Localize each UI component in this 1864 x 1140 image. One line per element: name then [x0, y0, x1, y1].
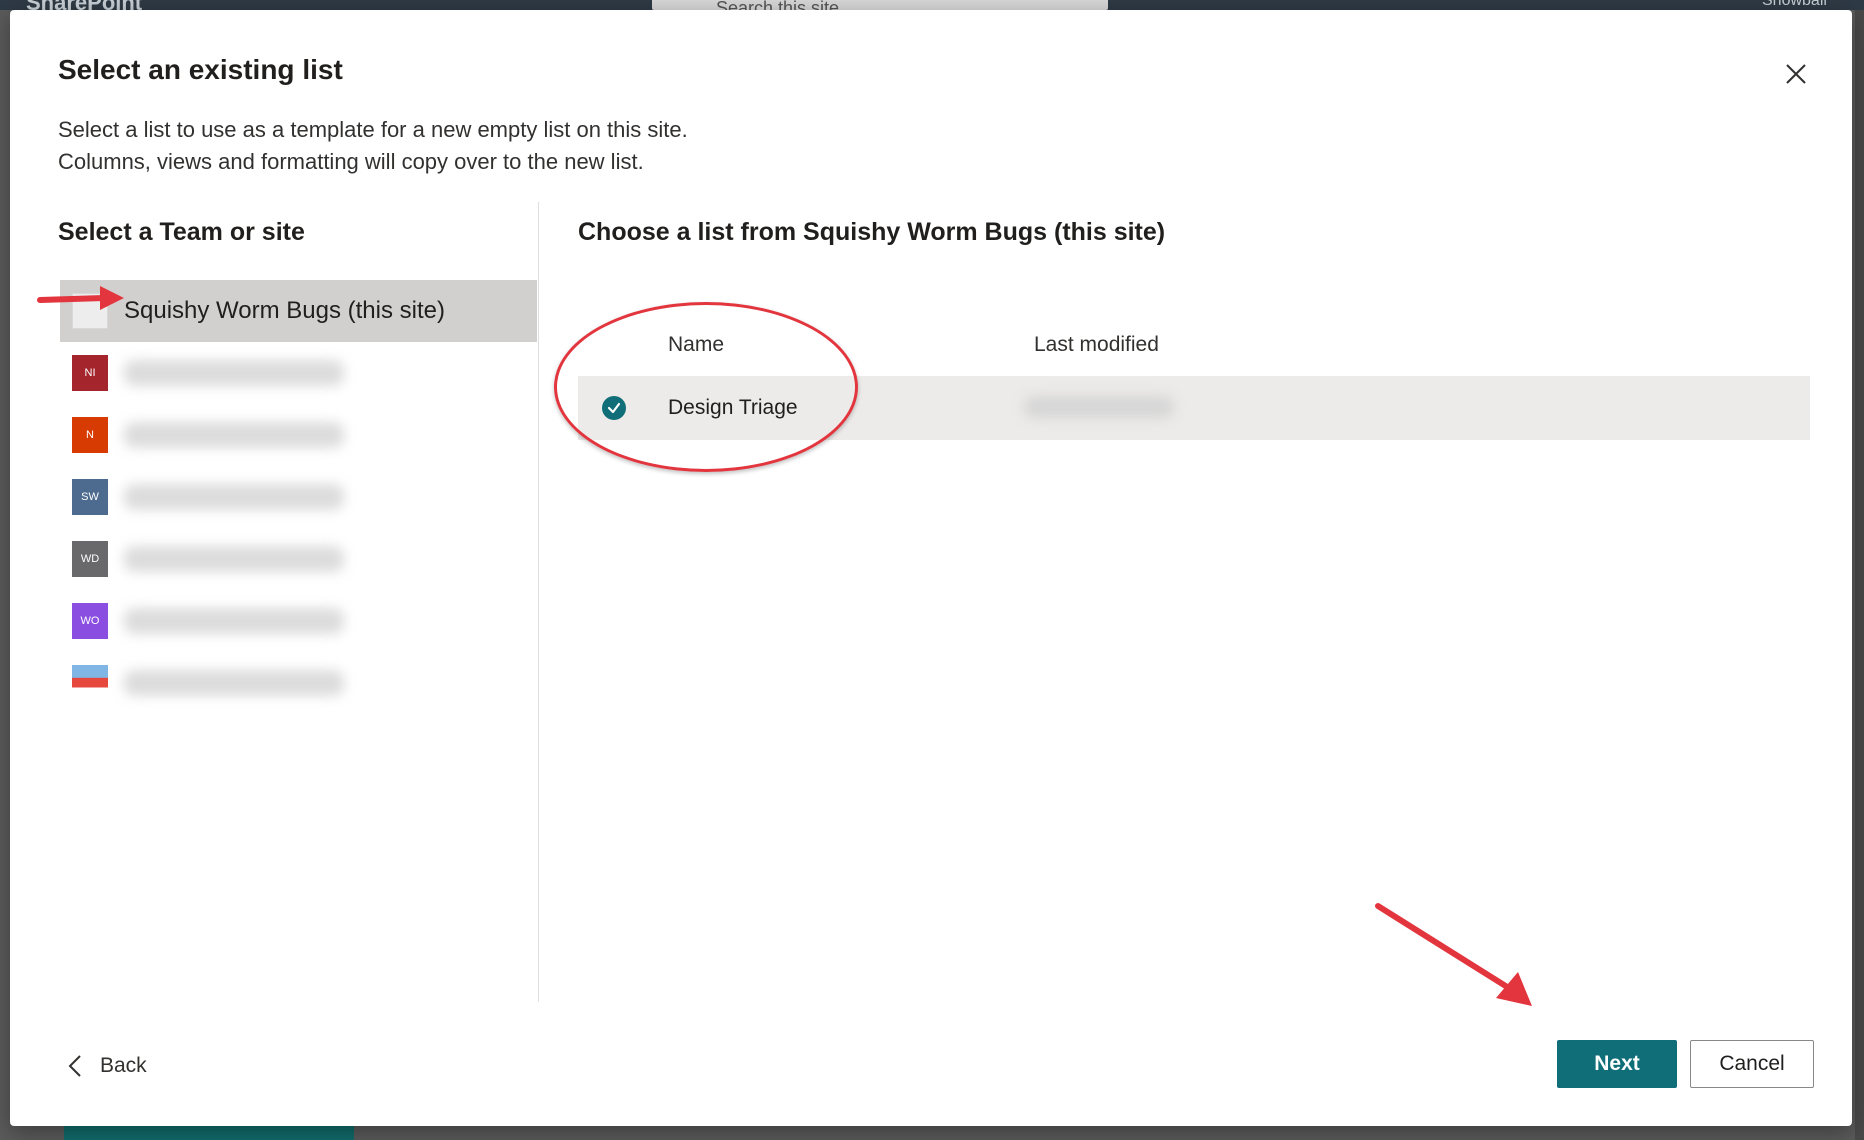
- site-tile: N: [72, 417, 108, 453]
- site-tile: NI: [72, 355, 108, 391]
- column-header-name[interactable]: Name: [668, 333, 724, 357]
- cancel-button[interactable]: Cancel: [1690, 1040, 1814, 1088]
- site-name-redacted: [124, 484, 344, 510]
- dialog-description-line2: Columns, views and formatting will copy …: [58, 149, 644, 174]
- background-search: Search this site: [652, 0, 1108, 18]
- site-name-redacted: [124, 608, 344, 634]
- site-name-redacted: [124, 546, 344, 572]
- check-icon[interactable]: [602, 396, 626, 420]
- next-button[interactable]: Next: [1557, 1040, 1677, 1088]
- dialog-title: Select an existing list: [58, 54, 343, 85]
- dialog-description-line1: Select a list to use as a template for a…: [58, 117, 688, 142]
- site-tile: SW: [72, 479, 108, 515]
- pane-divider: [538, 202, 539, 1002]
- site-name-redacted: [124, 360, 344, 386]
- select-list-dialog: Select an existing list Select a list to…: [10, 10, 1852, 1126]
- background-user: Snowball: [1762, 0, 1827, 9]
- background-right-strip: [1855, 10, 1864, 1140]
- column-header-last-modified[interactable]: Last modified: [1034, 333, 1159, 357]
- site-item[interactable]: WO: [60, 590, 537, 652]
- list-pane-heading: Choose a list from Squishy Worm Bugs (th…: [578, 218, 1166, 246]
- site-name: Squishy Worm Bugs (this site): [124, 297, 445, 324]
- back-button[interactable]: Back: [68, 1050, 147, 1082]
- site-tile: WO: [72, 603, 108, 639]
- site-item[interactable]: [60, 652, 537, 714]
- site-item[interactable]: SW: [60, 466, 537, 528]
- back-label: Back: [100, 1054, 147, 1077]
- site-list: Squishy Worm Bugs (this site) NI N SW WD…: [60, 280, 537, 714]
- list-row-design-triage[interactable]: Design Triage: [578, 376, 1810, 440]
- close-icon: [1786, 64, 1806, 84]
- site-tile: [72, 293, 108, 329]
- close-button[interactable]: [1780, 58, 1812, 90]
- chevron-left-icon: [68, 1055, 81, 1077]
- site-pane-heading: Select a Team or site: [58, 218, 305, 246]
- site-name-redacted: [124, 422, 344, 448]
- site-thumbnail-image: [72, 665, 108, 701]
- site-tile: WD: [72, 541, 108, 577]
- site-item[interactable]: N: [60, 404, 537, 466]
- site-item-squishy-worm-bugs[interactable]: Squishy Worm Bugs (this site): [60, 280, 537, 342]
- list-row-name: Design Triage: [668, 396, 798, 419]
- list-row-last-modified-redacted: [1024, 396, 1174, 418]
- site-item[interactable]: WD: [60, 528, 537, 590]
- background-button: [64, 1126, 354, 1140]
- site-item[interactable]: NI: [60, 342, 537, 404]
- site-name-redacted: [124, 670, 344, 696]
